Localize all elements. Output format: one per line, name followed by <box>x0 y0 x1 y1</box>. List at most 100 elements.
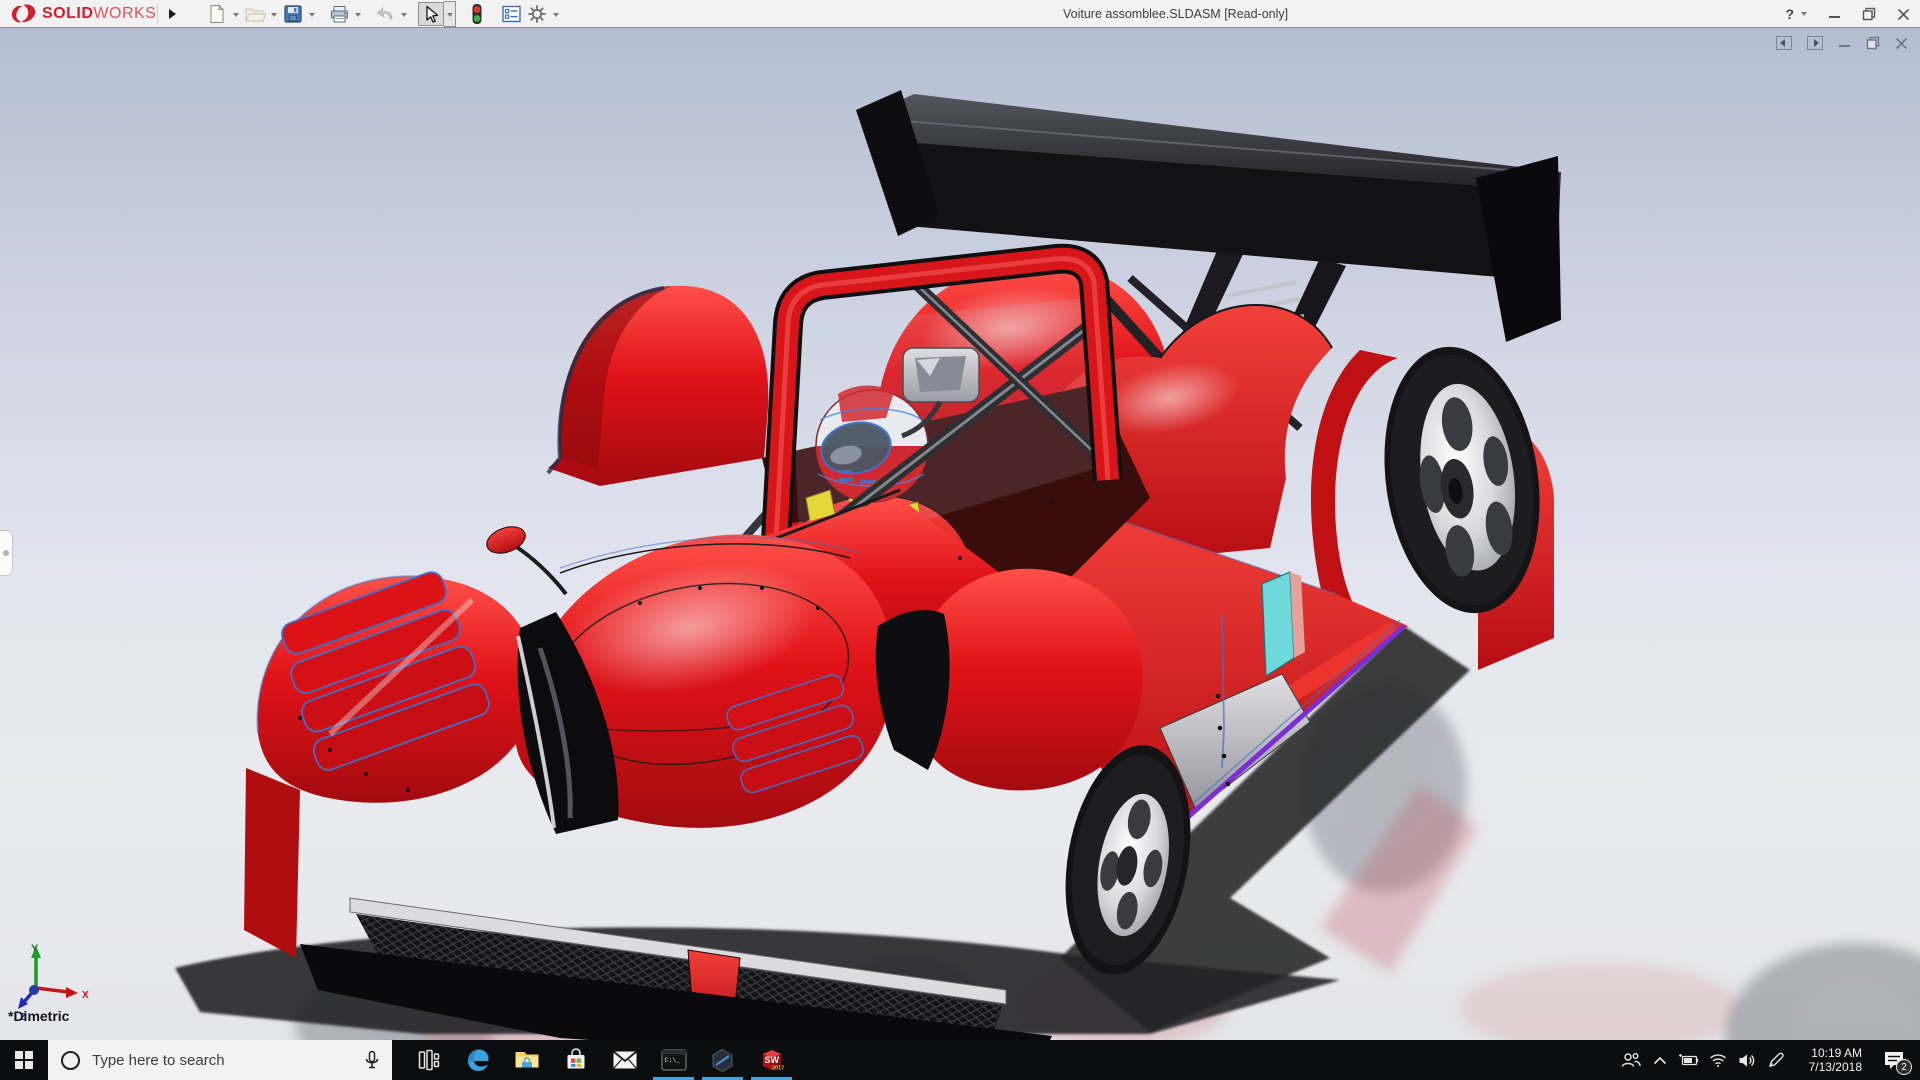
new-document-dropdown[interactable] <box>230 2 242 26</box>
left-rear-fender <box>548 286 768 486</box>
new-document-icon <box>207 4 227 24</box>
select-button[interactable] <box>418 2 444 26</box>
tab-grip-dot <box>3 550 9 556</box>
clock-time: 10:19 AM <box>1798 1046 1862 1061</box>
graphics-viewport[interactable]: Y X Z *Dimetric <box>0 28 1920 1040</box>
flyout-arrow-icon <box>169 9 176 19</box>
options-dropdown[interactable] <box>550 2 562 26</box>
people-icon <box>1621 1052 1641 1068</box>
window-controls: ? <box>1785 0 1910 28</box>
document-restore-button[interactable] <box>1866 36 1880 50</box>
feature-panel-tab[interactable] <box>0 530 13 576</box>
undo-icon <box>374 4 396 24</box>
solidworks-2017-button[interactable]: SW 2017 <box>747 1040 796 1080</box>
print-dropdown[interactable] <box>352 2 364 26</box>
document-properties-button[interactable] <box>498 2 524 26</box>
next-document-button[interactable] <box>1807 36 1823 50</box>
help-icon: ? <box>1785 6 1794 22</box>
open-button[interactable] <box>242 2 268 26</box>
windows-logo-icon <box>15 1051 33 1069</box>
model-render-racecar <box>0 28 1920 1040</box>
select-cursor-icon <box>421 4 441 24</box>
save-icon <box>283 4 303 24</box>
store-button[interactable] <box>551 1040 600 1080</box>
document-close-button[interactable] <box>1895 37 1908 50</box>
hexagon-app-icon <box>710 1048 735 1073</box>
wifi-icon <box>1709 1053 1727 1067</box>
cmd-icon-text: C:\_ <box>664 1057 680 1064</box>
people-button[interactable] <box>1616 1040 1645 1080</box>
notification-badge: 2 <box>1896 1059 1912 1075</box>
taskbar-apps: C:\_ SW 2017 <box>404 1040 796 1080</box>
store-icon <box>564 1048 588 1072</box>
edge-icon <box>465 1047 491 1073</box>
open-dropdown[interactable] <box>268 2 280 26</box>
triad-y-label: Y <box>31 943 39 955</box>
file-explorer-icon <box>514 1049 540 1071</box>
chevron-up-icon <box>1653 1056 1667 1065</box>
undo-button[interactable] <box>372 2 398 26</box>
composer-button[interactable] <box>698 1040 747 1080</box>
right-arrow-icon <box>1814 39 1819 47</box>
pen-icon <box>1767 1052 1784 1069</box>
clock-date: 7/13/2018 <box>1798 1060 1862 1075</box>
battery-icon <box>1678 1053 1700 1067</box>
new-document-button[interactable] <box>204 2 230 26</box>
document-window-controls <box>1776 36 1908 50</box>
solidworks-logo-text: SOLIDWORKS <box>42 5 156 23</box>
cortana-icon <box>61 1051 80 1070</box>
file-explorer-button[interactable] <box>502 1040 551 1080</box>
microphone-icon[interactable] <box>364 1050 380 1070</box>
taskbar-search[interactable] <box>48 1040 392 1080</box>
display-states-button[interactable] <box>464 2 490 26</box>
restore-button[interactable] <box>1862 7 1876 21</box>
command-prompt-icon: C:\_ <box>661 1049 687 1071</box>
screen: SOLIDWORKS <box>0 0 1920 1080</box>
action-center-button[interactable]: 2 <box>1872 1040 1916 1080</box>
command-prompt-button[interactable]: C:\_ <box>649 1040 698 1080</box>
view-orientation-label: *Dimetric <box>8 1008 69 1024</box>
toolbar-flyout-button[interactable] <box>163 4 181 24</box>
document-minimize-button[interactable] <box>1838 37 1851 50</box>
hidden-icons-button[interactable] <box>1645 1040 1674 1080</box>
save-dropdown[interactable] <box>306 2 318 26</box>
sw-icon-text: SW <box>764 1055 779 1065</box>
mail-button[interactable] <box>600 1040 649 1080</box>
sw-icon-year: 2017 <box>772 1066 784 1072</box>
minimize-button[interactable] <box>1828 8 1841 21</box>
windows-taskbar: C:\_ SW 2017 <box>0 1040 1920 1080</box>
undo-dropdown[interactable] <box>398 2 410 26</box>
system-tray: 10:19 AM 7/13/2018 2 <box>1616 1040 1920 1080</box>
titlebar: SOLIDWORKS <box>0 0 1920 28</box>
traffic-light-icon <box>469 3 485 25</box>
taskbar-clock[interactable]: 10:19 AM 7/13/2018 <box>1798 1046 1862 1075</box>
help-button[interactable]: ? <box>1785 6 1807 22</box>
solidworks-2017-icon: SW 2017 <box>758 1046 786 1074</box>
search-input[interactable] <box>92 1052 364 1069</box>
previous-document-button[interactable] <box>1776 36 1792 50</box>
select-dropdown[interactable] <box>444 1 456 27</box>
save-button[interactable] <box>280 2 306 26</box>
volume-button[interactable] <box>1732 1040 1761 1080</box>
print-button[interactable] <box>326 2 352 26</box>
solidworks-logo-icon <box>8 3 38 25</box>
task-view-button[interactable] <box>404 1040 453 1080</box>
print-icon <box>329 4 350 24</box>
task-view-icon <box>418 1049 440 1071</box>
close-button[interactable] <box>1897 8 1910 21</box>
properties-list-icon <box>501 4 522 24</box>
rear-fender-lip <box>1311 350 1398 628</box>
power-status-button[interactable] <box>1674 1040 1703 1080</box>
help-dropdown-icon <box>1801 12 1807 19</box>
standard-toolbar <box>204 2 562 26</box>
open-icon <box>244 4 266 24</box>
start-button[interactable] <box>0 1040 48 1080</box>
pen-settings-button[interactable] <box>1761 1040 1790 1080</box>
network-button[interactable] <box>1703 1040 1732 1080</box>
options-button[interactable] <box>524 2 550 26</box>
mail-icon <box>612 1050 638 1070</box>
speaker-icon <box>1738 1053 1756 1068</box>
gear-icon <box>527 4 547 24</box>
solidworks-logo: SOLIDWORKS <box>8 2 156 26</box>
edge-button[interactable] <box>453 1040 502 1080</box>
